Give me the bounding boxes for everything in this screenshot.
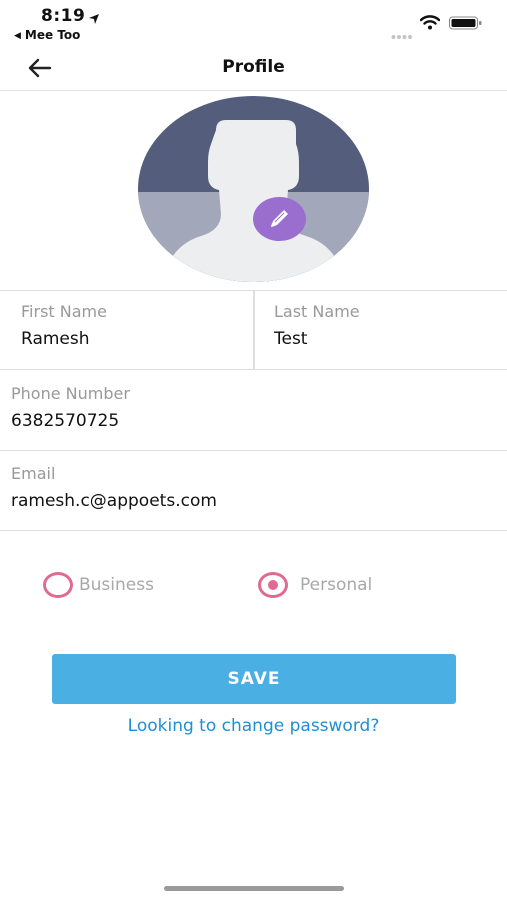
back-triangle-icon: ◀ [14,31,21,41]
page-title: Profile [222,57,285,77]
navigation-bar: Profile [0,48,507,91]
name-fields-divider [253,290,255,369]
profile-avatar-section [138,96,369,282]
radio-button-unselected[interactable] [43,572,73,598]
first-name-label: First Name [21,302,107,321]
first-name-field[interactable] [21,329,241,349]
last-name-field[interactable] [274,329,494,349]
last-name-label: Last Name [274,302,360,321]
radio-personal-label: Personal [300,575,373,595]
status-time: 8:19 [41,6,86,26]
change-password-link[interactable]: Looking to change password? [0,716,507,736]
phone-number-field[interactable] [11,411,491,431]
divider [0,450,507,451]
email-field[interactable] [11,491,491,511]
back-to-app-link[interactable]: ◀ Mee Too [14,28,80,42]
edit-avatar-button[interactable] [253,197,306,241]
divider [0,369,507,370]
status-bar: 8:19 ◀ Mee Too [0,0,507,48]
radio-button-selected[interactable] [258,572,288,598]
divider [0,530,507,531]
battery-icon [449,15,483,35]
avatar[interactable] [138,96,369,282]
pencil-icon [271,210,288,227]
phone-number-label: Phone Number [11,384,130,403]
home-indicator[interactable] [164,886,344,891]
cellular-signal-icon [391,25,413,44]
location-arrow-icon [88,10,100,29]
radio-selected-dot [268,580,278,590]
email-label: Email [11,464,56,483]
wifi-icon [419,15,441,34]
back-app-label: Mee Too [24,28,81,42]
radio-business-label: Business [79,575,154,595]
save-button[interactable]: SAVE [52,654,456,704]
user-silhouette-icon [163,120,344,282]
